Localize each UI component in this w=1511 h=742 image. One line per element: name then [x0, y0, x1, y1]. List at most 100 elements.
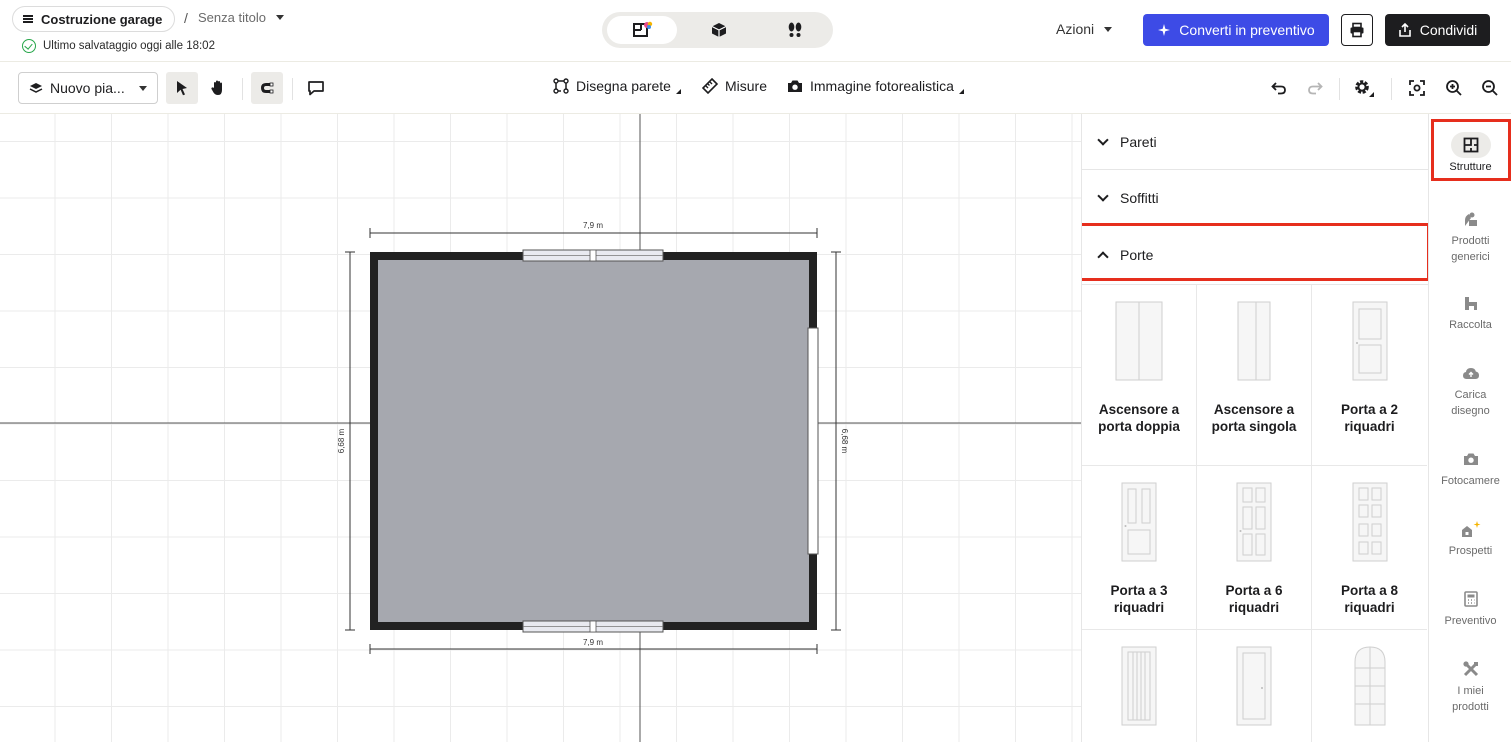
- catalog-item-label: Porta a 3 riquadri: [1110, 583, 1168, 615]
- convert-label: Converti in preventivo: [1179, 22, 1315, 38]
- draw-wall-button[interactable]: Disegna parete: [553, 78, 681, 94]
- walkthrough-button[interactable]: [760, 16, 830, 44]
- undo-button[interactable]: [1263, 72, 1295, 104]
- sidebar-item-elevations[interactable]: Prospetti: [1429, 516, 1511, 559]
- tools-icon: [1451, 656, 1491, 682]
- collection-icon: [1451, 290, 1491, 316]
- catalog-item[interactable]: Porta a 2 riquadri: [1312, 285, 1427, 466]
- view-3d-button[interactable]: [684, 16, 754, 44]
- sidebar-item-label: Prospetti: [1448, 545, 1493, 557]
- magnet-icon: [261, 82, 274, 94]
- app-window: Costruzione garage / Senza titolo Ultimo…: [0, 0, 1511, 742]
- catalog-item-label: Porta a 6 riquadri: [1225, 583, 1283, 615]
- snap-magnet-button[interactable]: [251, 72, 283, 104]
- doc-title-dropdown[interactable]: Senza titolo: [198, 10, 284, 25]
- cube-3d-icon: [711, 23, 727, 37]
- single-panel-door-icon: [1236, 646, 1272, 726]
- sidebar-item-structures[interactable]: Strutture: [1429, 132, 1511, 175]
- actions-dropdown[interactable]: Azioni: [1056, 21, 1113, 37]
- two-panel-door-icon: [1352, 301, 1387, 381]
- left-dimension-label: 6,68 m: [337, 428, 346, 453]
- accordion-doors[interactable]: Porte: [1082, 226, 1428, 285]
- select-tool-button[interactable]: [166, 72, 198, 104]
- elevations-icon: [1451, 516, 1491, 542]
- menu-icon: [23, 15, 33, 23]
- catalog-item[interactable]: Porta a 6 riquadri: [1197, 466, 1312, 630]
- floorplan-drawing: 7,9 m 7,9 m 6,68 m 6,68 m: [0, 114, 1081, 742]
- top-dimension-label: 7,9 m: [583, 221, 603, 230]
- zoom-out-icon: [1482, 80, 1498, 96]
- measure-button[interactable]: Misure: [702, 78, 767, 94]
- floor-select[interactable]: Nuovo pia...: [18, 72, 158, 104]
- project-name: Costruzione garage: [41, 11, 163, 27]
- toolbar-divider: [242, 78, 243, 100]
- sidebar-item-label: Prodotti generici: [1451, 235, 1490, 263]
- calculator-icon: [1451, 586, 1491, 612]
- undo-icon: [1271, 82, 1286, 95]
- photo-render-button[interactable]: Immagine fotorealistica: [787, 78, 964, 94]
- sidebar-item-label: Raccolta: [1449, 319, 1492, 331]
- sidebar-item-quote[interactable]: Preventivo: [1429, 586, 1511, 629]
- three-panel-door-icon: [1121, 482, 1157, 562]
- right-dimension-label: 6,68 m: [840, 429, 849, 454]
- accordion-walls[interactable]: Pareti: [1082, 114, 1428, 170]
- six-panel-door-icon: [1236, 482, 1272, 562]
- generic-products-icon: [1451, 206, 1491, 232]
- toolbar-divider: [1339, 78, 1340, 100]
- catalog-item[interactable]: Porta a 3 riquadri: [1082, 466, 1197, 630]
- sparkle-icon: [1158, 24, 1171, 36]
- settings-button[interactable]: [1348, 72, 1380, 104]
- catalog-item[interactable]: [1197, 630, 1312, 742]
- bottom-dimension-label: 7,9 m: [583, 638, 603, 647]
- toolbar-divider: [292, 78, 293, 100]
- sidebar-item-collection[interactable]: Raccolta: [1429, 290, 1511, 333]
- view-mode-switch: [602, 12, 833, 48]
- catalog-item[interactable]: Porta a 8 riquadri: [1312, 466, 1427, 630]
- room-floor: [370, 252, 817, 630]
- catalog-item[interactable]: [1082, 630, 1197, 742]
- caret-down-icon: [275, 15, 284, 20]
- sidebar-item-cameras[interactable]: Fotocamere: [1429, 446, 1511, 489]
- redo-button[interactable]: [1299, 72, 1331, 104]
- vertical-groove-door-icon: [1121, 646, 1157, 726]
- sidebar-item-label: I miei prodotti: [1452, 685, 1489, 713]
- sidebar-item-label: Carica disegno: [1451, 389, 1490, 417]
- project-menu-button[interactable]: Costruzione garage: [12, 6, 176, 32]
- catalog-item[interactable]: [1312, 630, 1427, 742]
- app-header: Costruzione garage / Senza titolo Ultimo…: [0, 0, 1511, 62]
- sidebar-item-upload-drawing[interactable]: Carica disegno: [1429, 360, 1511, 419]
- editor-toolbar: Nuovo pia... Disegna parete Misure Immag…: [0, 62, 1511, 114]
- save-status: Ultimo salvataggio oggi alle 18:02: [22, 39, 215, 53]
- pan-tool-button[interactable]: [202, 72, 234, 104]
- zoom-in-button[interactable]: [1438, 72, 1470, 104]
- doc-title: Senza titolo: [198, 10, 266, 25]
- chevron-down-icon: [1097, 133, 1109, 146]
- fit-view-button[interactable]: [1401, 72, 1433, 104]
- hand-icon: [211, 80, 222, 95]
- catalog-item-label: Ascensore a porta doppia: [1098, 402, 1180, 434]
- cloud-upload-icon: [1451, 360, 1491, 386]
- accordion-ceilings[interactable]: Soffitti: [1082, 170, 1428, 226]
- zoom-out-button[interactable]: [1474, 72, 1506, 104]
- comment-button[interactable]: [300, 72, 332, 104]
- sidebar-item-generic-products[interactable]: Prodotti generici: [1429, 206, 1511, 265]
- actions-label: Azioni: [1056, 21, 1095, 37]
- fit-screen-icon: [1409, 80, 1425, 96]
- accordion-label: Pareti: [1120, 133, 1157, 150]
- eight-panel-door-icon: [1352, 482, 1387, 562]
- single-elevator-door-icon: [1237, 301, 1271, 381]
- chevron-down-icon: [1097, 189, 1109, 202]
- convert-to-quote-button[interactable]: Converti in preventivo: [1143, 14, 1329, 46]
- submenu-corner-icon: [958, 89, 964, 94]
- save-status-text: Ultimo salvataggio oggi alle 18:02: [43, 40, 215, 52]
- share-button[interactable]: Condividi: [1385, 14, 1490, 46]
- sidebar-item-label: Preventivo: [1444, 615, 1497, 627]
- print-button[interactable]: [1341, 14, 1373, 46]
- sidebar-item-my-products[interactable]: I miei prodotti: [1429, 656, 1511, 715]
- catalog-item[interactable]: Ascensore a porta doppia: [1082, 285, 1197, 466]
- view-2d-button[interactable]: [607, 16, 677, 44]
- catalog-item-label: Ascensore a porta singola: [1211, 402, 1297, 434]
- catalog-item[interactable]: Ascensore a porta singola: [1197, 285, 1312, 466]
- floorplan-canvas[interactable]: 7,9 m 7,9 m 6,68 m 6,68 m: [0, 114, 1081, 742]
- catalog-item-label: Porta a 2 riquadri: [1340, 402, 1399, 434]
